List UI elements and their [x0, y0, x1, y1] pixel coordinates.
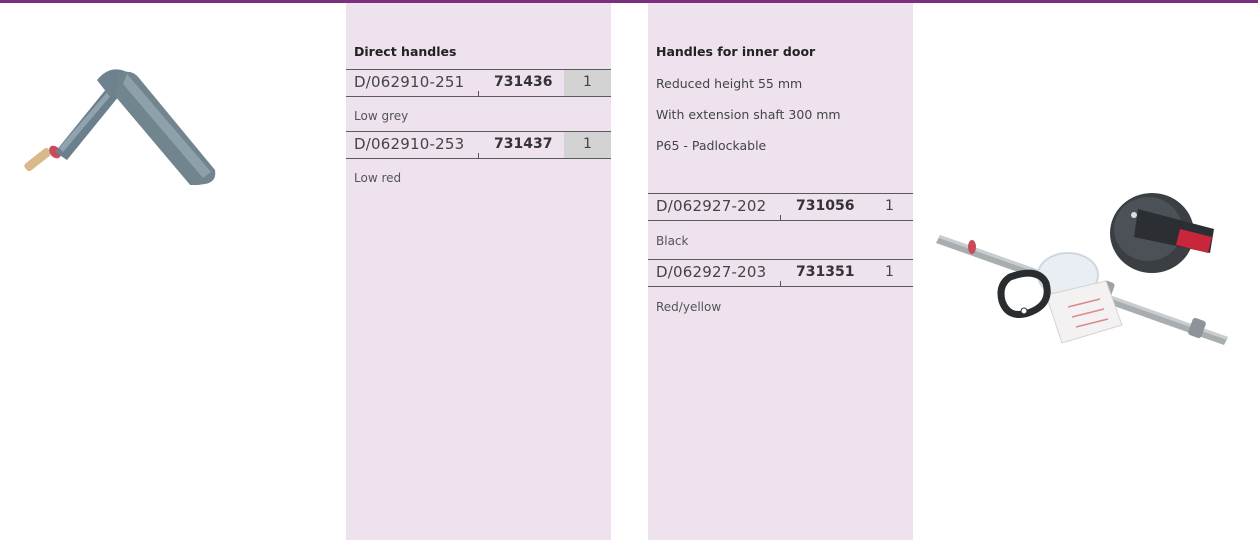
feature-line: Reduced height 55 mm: [656, 76, 803, 91]
quantity-cell: 1: [866, 260, 913, 286]
quantity-value: 1: [583, 74, 592, 90]
quantity-cell: 1: [866, 194, 913, 220]
order-reference: D/062927-203: [656, 263, 767, 281]
quantity-value: 1: [583, 136, 592, 152]
separator-tick: [478, 153, 479, 158]
product-row: D/062927-203 731351 1: [648, 259, 913, 287]
product-row: D/062927-202 731056 1: [648, 193, 913, 221]
inner-door-handles-panel: Handles for inner door Reduced height 55…: [648, 3, 913, 540]
inner-door-handle-image: [936, 193, 1228, 345]
quantity-value: 1: [885, 264, 894, 280]
quantity-cell: 1: [564, 132, 611, 158]
direct-handle-image: [24, 69, 216, 185]
product-code: 731437: [494, 136, 553, 152]
feature-line: With extension shaft 300 mm: [656, 107, 841, 122]
separator-tick: [780, 215, 781, 220]
product-description: Low grey: [354, 109, 409, 123]
top-accent-rule: [0, 0, 1258, 3]
product-code: 731351: [796, 264, 855, 280]
quantity-value: 1: [885, 198, 894, 214]
product-description: Black: [656, 234, 689, 248]
order-reference: D/062910-251: [354, 73, 465, 91]
product-row: D/062910-253 731437 1: [346, 131, 611, 159]
separator-tick: [478, 91, 479, 96]
order-reference: D/062927-202: [656, 197, 767, 215]
product-row: D/062910-251 731436 1: [346, 69, 611, 97]
product-code: 731056: [796, 198, 855, 214]
quantity-cell: 1: [564, 70, 611, 96]
feature-line: P65 - Padlockable: [656, 138, 767, 153]
product-code: 731436: [494, 74, 553, 90]
section-heading: Direct handles: [354, 44, 457, 59]
product-description: Low red: [354, 171, 402, 185]
section-heading: Handles for inner door: [656, 44, 816, 59]
separator-tick: [780, 281, 781, 286]
direct-handles-panel: Direct handles D/062910-251 731436 1 Low…: [346, 3, 611, 540]
order-reference: D/062910-253: [354, 135, 465, 153]
product-description: Red/yellow: [656, 300, 722, 314]
